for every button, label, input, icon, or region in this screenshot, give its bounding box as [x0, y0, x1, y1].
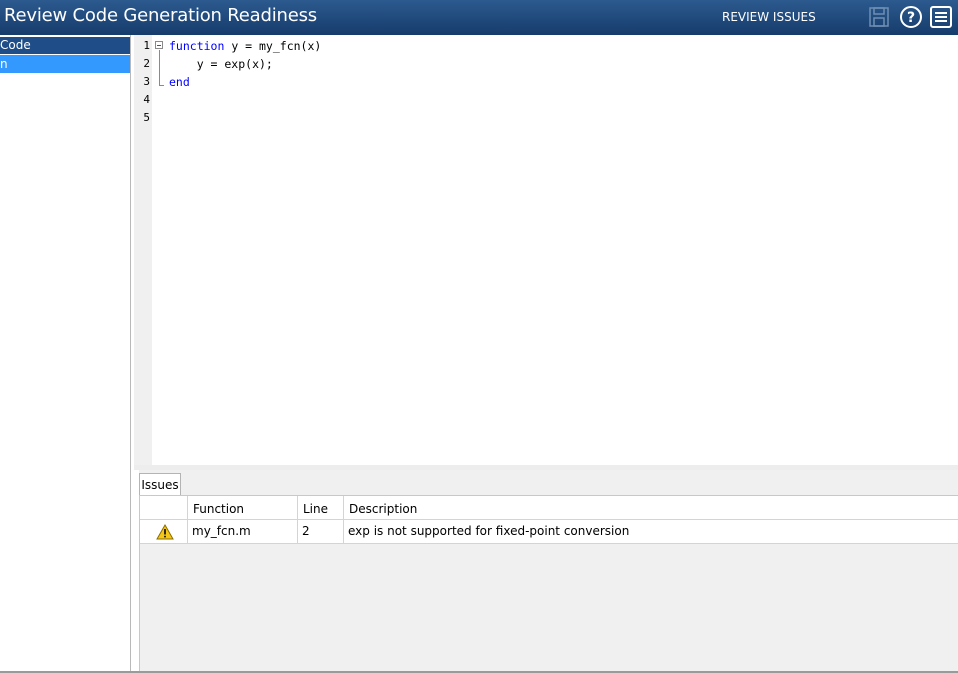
column-header-description[interactable]: Description	[344, 496, 944, 519]
code-text: y = exp(x);	[169, 57, 273, 71]
code-text: y = my_fcn(x)	[224, 39, 322, 53]
save-icon[interactable]	[867, 5, 891, 29]
menu-icon[interactable]	[929, 5, 953, 29]
code-keyword: function	[169, 39, 225, 53]
column-divider	[343, 496, 344, 544]
code-line: end	[169, 73, 190, 91]
issues-table: Function Line Description my_fcn.m 2 exp…	[139, 495, 958, 673]
line-number: 3	[143, 75, 150, 88]
column-divider	[187, 496, 188, 544]
issues-panel: Issues Function Line Description my_fcn.…	[139, 470, 958, 673]
code-line: function y = my_fcn(x)	[169, 37, 321, 55]
line-number: 5	[143, 111, 150, 124]
title-bar: Review Code Generation Readiness REVIEW …	[0, 0, 958, 35]
cell-description: exp is not supported for fixed-point con…	[348, 524, 630, 538]
sidebar-header-label: Code	[0, 38, 31, 52]
svg-text:?: ?	[907, 10, 915, 26]
review-issues-label: REVIEW ISSUES	[722, 10, 816, 24]
sidebar-item-selected[interactable]: n	[0, 55, 130, 73]
line-number: 1	[143, 39, 150, 52]
table-header: Function Line Description	[140, 496, 958, 520]
fold-guide-end	[159, 85, 164, 86]
tab-issues[interactable]: Issues	[139, 473, 181, 495]
code-keyword: end	[169, 75, 190, 89]
sidebar-item-label: n	[0, 57, 8, 71]
fold-toggle-icon[interactable]	[155, 41, 163, 49]
sidebar-header[interactable]: Code	[0, 37, 130, 54]
column-divider	[297, 496, 298, 544]
warning-icon	[156, 523, 174, 544]
cell-line: 2	[302, 524, 310, 538]
sidebar: Code n	[0, 35, 131, 673]
window-title: Review Code Generation Readiness	[4, 5, 317, 26]
line-number: 2	[143, 57, 150, 70]
column-header-line[interactable]: Line	[298, 496, 344, 519]
column-header-function[interactable]: Function	[188, 496, 298, 519]
help-icon[interactable]: ?	[899, 5, 923, 29]
code-line: y = exp(x);	[169, 55, 273, 73]
line-number: 4	[143, 93, 150, 106]
code-editor[interactable]: 1 2 3 4 5 function y = my_fcn(x) y = exp…	[134, 35, 958, 465]
cell-function: my_fcn.m	[192, 524, 251, 538]
fold-guide	[159, 50, 160, 85]
table-row[interactable]: my_fcn.m 2 exp is not supported for fixe…	[140, 520, 958, 544]
